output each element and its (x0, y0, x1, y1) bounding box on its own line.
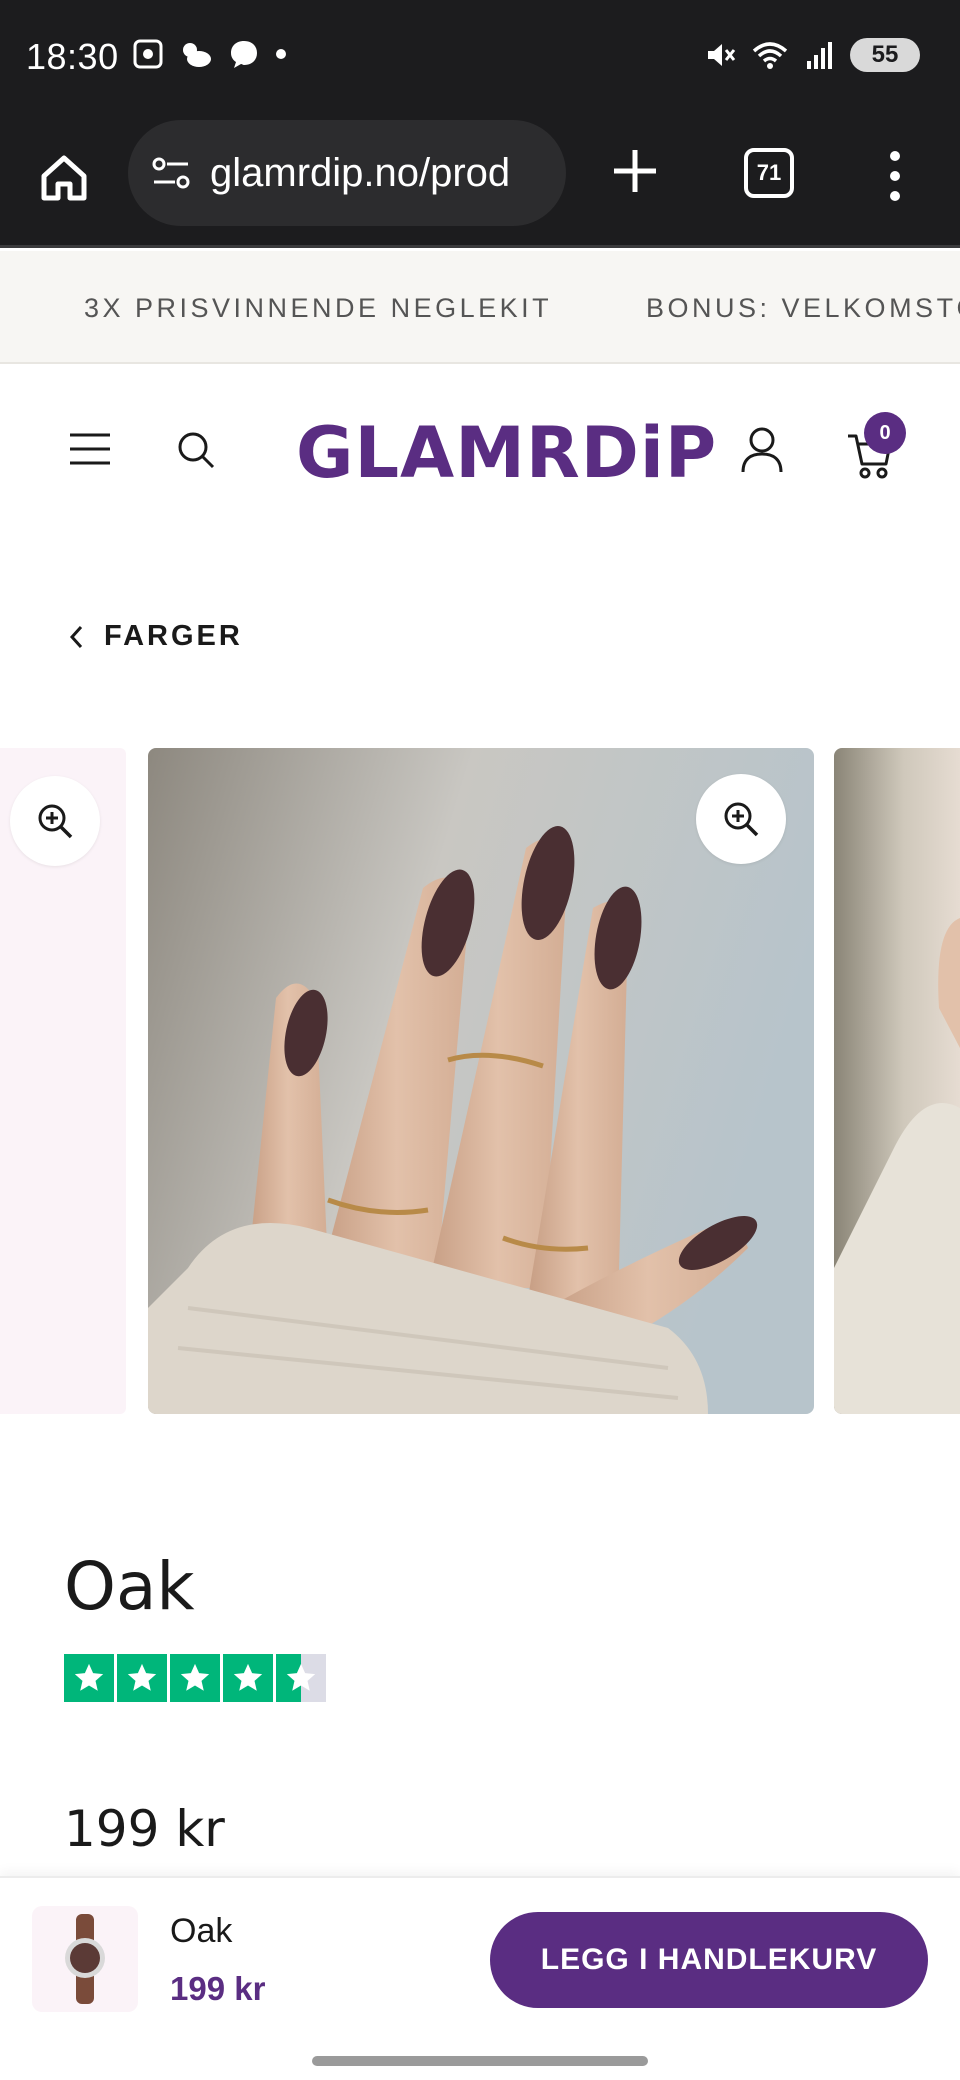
site-header: GLAMRDiP 0 (0, 366, 960, 536)
zoom-in-icon (38, 804, 73, 839)
gallery-slide-previous[interactable] (0, 748, 126, 1414)
gallery-slide-main[interactable] (148, 748, 814, 1414)
menu-icon[interactable] (68, 432, 112, 466)
back-to-colors-link[interactable]: FARGER (68, 620, 243, 653)
signal-icon (807, 42, 832, 69)
product-photo-partial (834, 918, 960, 1414)
screenshot-icon (133, 39, 163, 69)
weather-icon (183, 43, 211, 67)
account-icon[interactable] (740, 426, 784, 474)
url-text: glamrdip.no/prod (210, 150, 511, 195)
site-settings-icon[interactable] (150, 152, 192, 194)
status-icons-left (132, 38, 288, 70)
battery-indicator: 55 (850, 38, 920, 72)
wifi-icon (752, 42, 788, 69)
star-icon (64, 1654, 114, 1702)
dot-icon (276, 49, 286, 59)
chevron-left-icon (69, 625, 83, 648)
more-menu-icon[interactable] (880, 148, 910, 204)
product-title: Oak (64, 1548, 195, 1625)
star-icon (170, 1654, 220, 1702)
address-bar[interactable]: glamrdip.no/prod (128, 120, 566, 226)
sticky-product-price: 199 kr (170, 1970, 266, 2007)
announcement-item: BONUS: VELKOMSTG (646, 293, 960, 323)
star-half-icon (276, 1654, 326, 1702)
rating-stars[interactable] (64, 1654, 326, 1702)
status-icons-right: 55 (704, 38, 920, 72)
chat-icon (231, 41, 257, 68)
zoom-button[interactable] (10, 776, 100, 866)
site-logo[interactable]: GLAMRDiP (296, 412, 717, 494)
add-to-cart-button[interactable]: LEGG I HANDLEKURV (490, 1912, 928, 2008)
new-tab-icon[interactable] (610, 146, 660, 196)
cart-count-badge: 0 (864, 412, 906, 454)
home-icon[interactable] (36, 150, 92, 206)
sticky-product-name: Oak (170, 1912, 233, 1950)
browser-toolbar: glamrdip.no/prod 71 (0, 116, 960, 248)
announcement-bar: 3X PRISVINNENDE NEGLEKIT BONUS: VELKOMST… (0, 251, 960, 364)
gesture-home-indicator[interactable] (312, 2056, 648, 2066)
status-time: 18:30 (26, 36, 119, 77)
star-icon (223, 1654, 273, 1702)
star-icon (117, 1654, 167, 1702)
product-thumbnail (32, 1906, 138, 2012)
product-price: 199 kr (64, 1800, 225, 1858)
status-bar: 18:30 55 (0, 0, 960, 116)
zoom-in-icon (724, 802, 759, 837)
zoom-button[interactable] (696, 774, 786, 864)
gallery-slide-next[interactable] (834, 748, 960, 1414)
back-link-label: FARGER (104, 620, 243, 652)
tabs-button[interactable]: 71 (744, 148, 794, 198)
mute-icon (708, 44, 736, 66)
sticky-add-to-cart-bar: Oak 199 kr LEGG I HANDLEKURV (0, 1876, 960, 2080)
search-icon[interactable] (176, 430, 216, 470)
announcement-item: 3X PRISVINNENDE NEGLEKIT (84, 293, 553, 323)
